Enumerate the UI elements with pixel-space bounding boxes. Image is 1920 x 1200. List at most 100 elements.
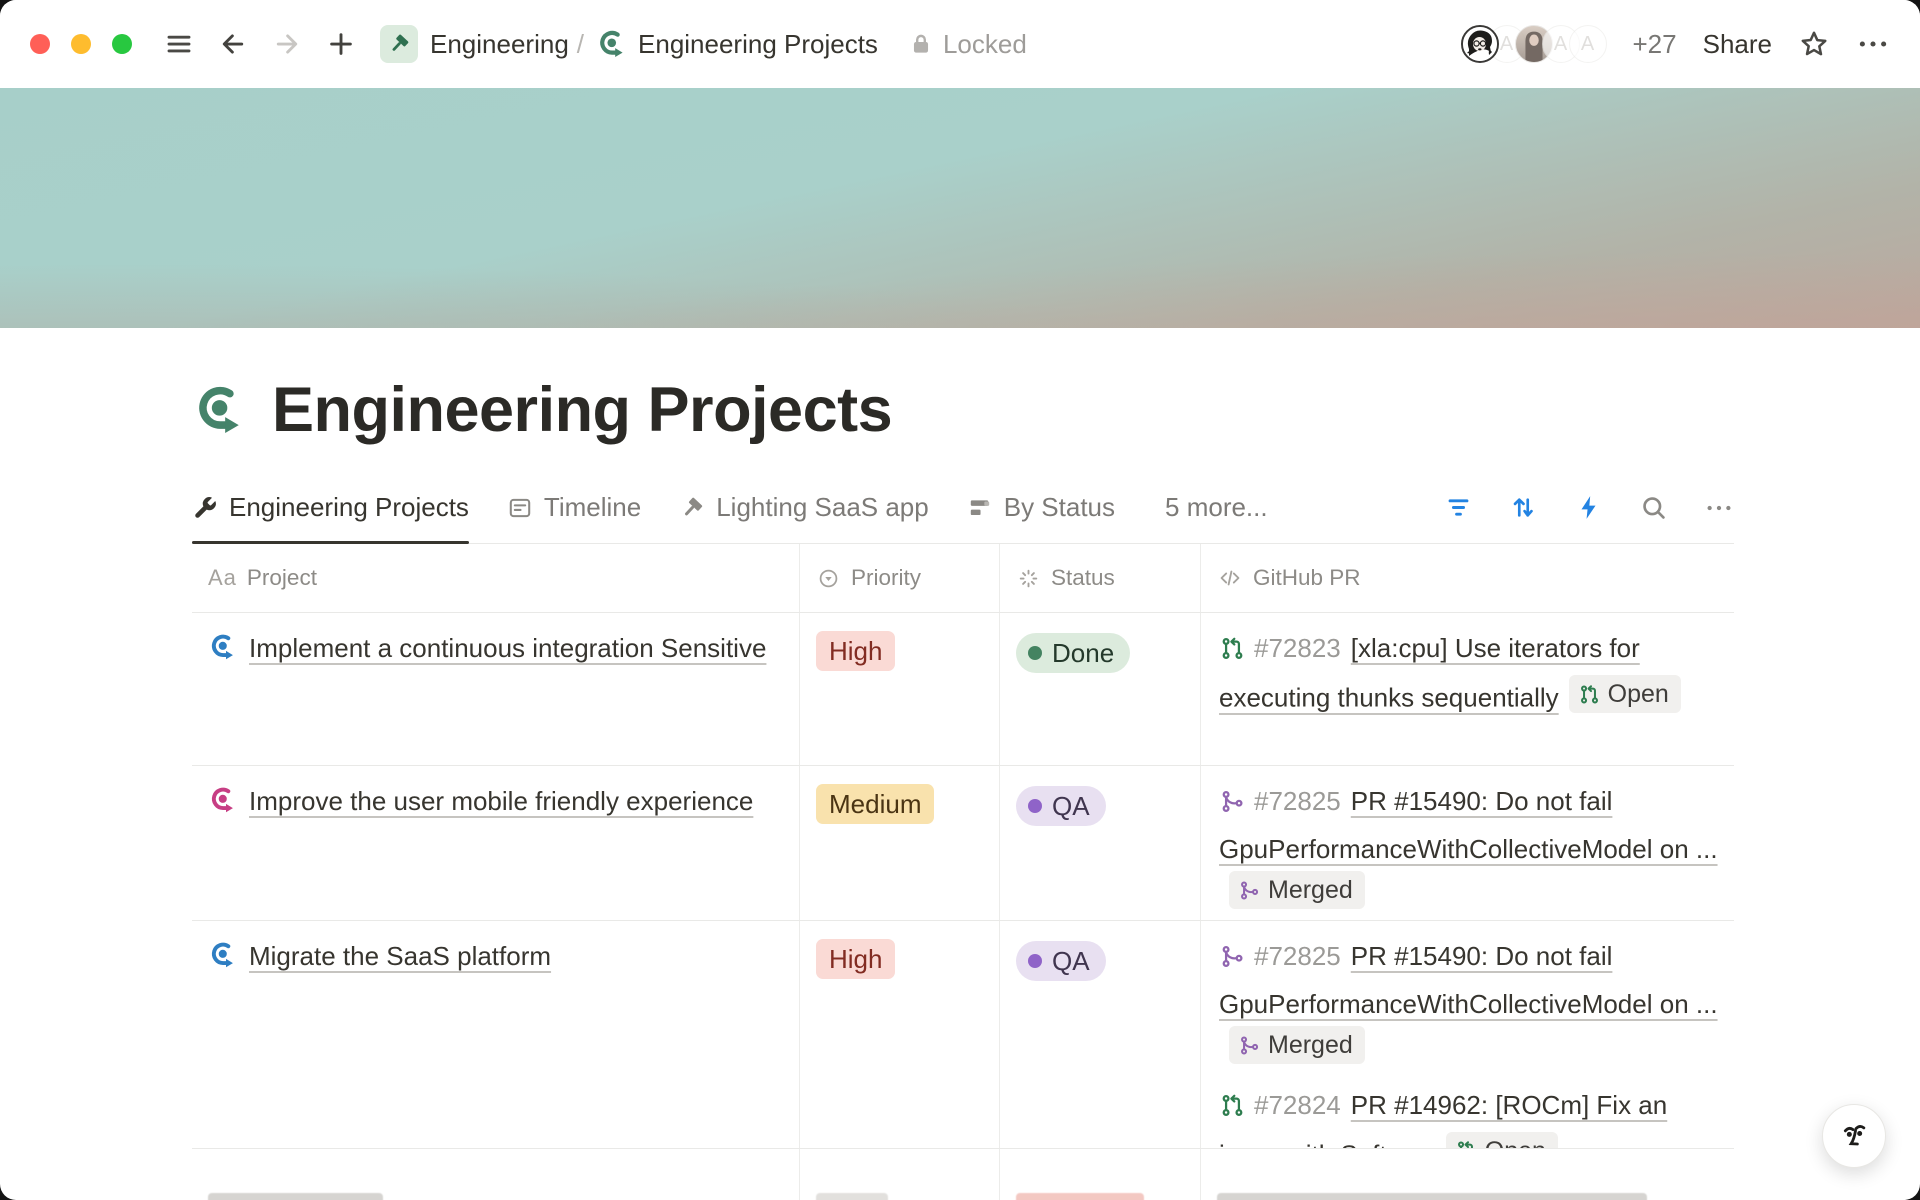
project-cycle-icon	[208, 785, 238, 828]
notion-ai-button[interactable]	[1822, 1104, 1886, 1168]
merge-icon	[1219, 940, 1246, 983]
table-row-partial	[192, 1149, 1734, 1200]
breadcrumb: Engineering / Engineering Projects	[380, 25, 878, 63]
sidebar-toggle-button[interactable]	[164, 29, 194, 59]
pr-state-label: Merged	[1268, 1028, 1353, 1062]
lightning-icon	[1574, 493, 1603, 522]
view-options-button[interactable]	[1704, 493, 1734, 523]
minimize-window-button[interactable]	[71, 34, 91, 54]
more-views-button[interactable]: 5 more...	[1165, 492, 1268, 523]
view-toolbar	[1444, 493, 1734, 523]
tab-label: Engineering Projects	[229, 492, 469, 523]
cell-priority[interactable]: High	[800, 921, 1000, 1149]
pr-link-block[interactable]: #72824PR #14962: [ROCm] Fix an issue wit…	[1219, 1084, 1724, 1150]
cell-project[interactable]: Improve the user mobile friendly experie…	[192, 766, 800, 921]
cell-github-pr[interactable]: #72825PR #15490: Do not fail GpuPerforma…	[1201, 921, 1734, 1149]
priority-badge[interactable]: Medium	[816, 784, 934, 824]
collaborator-avatars[interactable]: A A A	[1461, 25, 1607, 63]
pull-request-icon	[1219, 632, 1246, 675]
column-header-priority[interactable]: Priority	[800, 544, 1000, 612]
search-icon	[1639, 493, 1668, 522]
workspace-icon-chip[interactable]	[380, 25, 418, 63]
cell-priority[interactable]: Medium	[800, 766, 1000, 921]
tab-label: By Status	[1004, 492, 1115, 523]
page-content: Engineering Projects Engineering Project…	[192, 378, 1734, 1200]
tab-label: Timeline	[544, 492, 641, 523]
table-header: Aa Project Priority Status GitHub PR	[192, 544, 1734, 613]
titlebar-right: A A A +27 Share	[1461, 25, 1891, 63]
column-header-github-pr[interactable]: GitHub PR	[1201, 544, 1734, 612]
board-icon	[967, 495, 993, 521]
cell-github-pr[interactable]: #72825PR #15490: Do not fail GpuPerforma…	[1201, 766, 1734, 921]
avatar-initial: A	[1500, 33, 1513, 56]
status-badge[interactable]: Done	[1016, 633, 1130, 673]
priority-badge[interactable]: High	[816, 939, 895, 979]
tab-lighting-saas-app[interactable]: Lighting SaaS app	[679, 472, 929, 543]
filter-button[interactable]	[1444, 493, 1473, 522]
share-button[interactable]: Share	[1703, 29, 1772, 60]
cell-status[interactable]: QA	[1000, 766, 1201, 921]
new-page-button[interactable]	[326, 29, 356, 59]
wrench-icon	[192, 495, 218, 521]
star-icon	[1798, 28, 1830, 60]
project-link[interactable]: Improve the user mobile friendly experie…	[208, 786, 753, 816]
timeline-icon	[507, 495, 533, 521]
plus-icon	[326, 29, 356, 59]
pr-state-badge: Open	[1569, 675, 1681, 713]
tab-by-status[interactable]: By Status	[967, 472, 1115, 543]
project-link[interactable]: Implement a continuous integration Sensi…	[208, 633, 766, 663]
project-link[interactable]: Migrate the SaaS platform	[208, 941, 551, 971]
cell-status[interactable]: QA	[1000, 921, 1201, 1149]
table-row: Migrate the SaaS platform High QA #72825…	[192, 921, 1734, 1149]
page-cover-image[interactable]	[0, 88, 1920, 328]
priority-badge[interactable]: High	[816, 631, 895, 671]
breadcrumb-workspace[interactable]: Engineering	[430, 29, 569, 60]
search-button[interactable]	[1639, 493, 1668, 522]
pr-state-label: Open	[1485, 1134, 1546, 1150]
sort-icon	[1509, 493, 1538, 522]
automations-button[interactable]	[1574, 493, 1603, 522]
forward-button[interactable]	[272, 29, 302, 59]
pr-state-badge: Merged	[1229, 1026, 1365, 1064]
locked-indicator[interactable]: Locked	[908, 29, 1027, 60]
pull-request-icon	[1455, 1139, 1478, 1149]
project-title: Migrate the SaaS platform	[249, 941, 551, 971]
cell-project[interactable]: Implement a continuous integration Sensi…	[192, 613, 800, 765]
more-options-button[interactable]	[1856, 27, 1890, 61]
column-label: Project	[247, 565, 317, 591]
column-header-status[interactable]: Status	[1000, 544, 1201, 612]
cell-project[interactable]: Migrate the SaaS platform	[192, 921, 800, 1149]
tab-engineering-projects[interactable]: Engineering Projects	[192, 472, 469, 543]
back-button[interactable]	[218, 29, 248, 59]
avatar-overflow-count[interactable]: +27	[1633, 29, 1677, 60]
hammer-icon	[679, 495, 705, 521]
cell-priority[interactable]: High	[800, 613, 1000, 765]
cell-status[interactable]: Done	[1000, 613, 1201, 765]
column-label: GitHub PR	[1253, 565, 1361, 591]
favorite-button[interactable]	[1798, 28, 1830, 60]
pr-link-block[interactable]: #72825PR #15490: Do not fail GpuPerforma…	[1219, 935, 1724, 1071]
zoom-window-button[interactable]	[112, 34, 132, 54]
close-window-button[interactable]	[30, 34, 50, 54]
sort-button[interactable]	[1509, 493, 1538, 522]
page-icon[interactable]	[192, 382, 248, 438]
avatar-initial: A	[1554, 33, 1567, 56]
avatar-initial: A	[1581, 33, 1594, 56]
status-badge[interactable]: QA	[1016, 786, 1106, 826]
pr-link-block[interactable]: #72825PR #15490: Do not fail GpuPerforma…	[1219, 780, 1724, 916]
pr-state-label: Merged	[1268, 873, 1353, 907]
pr-link-block[interactable]: #72823[xla:cpu] Use iterators for execut…	[1219, 627, 1724, 720]
breadcrumb-page[interactable]: Engineering Projects	[638, 29, 878, 60]
avatar[interactable]: A	[1569, 25, 1607, 63]
column-label: Priority	[851, 565, 921, 591]
cell-github-pr[interactable]: #72823[xla:cpu] Use iterators for execut…	[1201, 613, 1734, 765]
avatar[interactable]	[1461, 25, 1499, 63]
status-dot	[1028, 954, 1042, 968]
tab-timeline[interactable]: Timeline	[507, 472, 641, 543]
column-header-project[interactable]: Aa Project	[192, 544, 800, 612]
page-title[interactable]: Engineering Projects	[272, 378, 892, 442]
pr-state-badge: Open	[1446, 1132, 1558, 1150]
desktop: Engineering / Engineering Projects Locke…	[0, 0, 1920, 1200]
pull-request-icon	[1219, 1089, 1246, 1132]
status-badge[interactable]: QA	[1016, 941, 1106, 981]
